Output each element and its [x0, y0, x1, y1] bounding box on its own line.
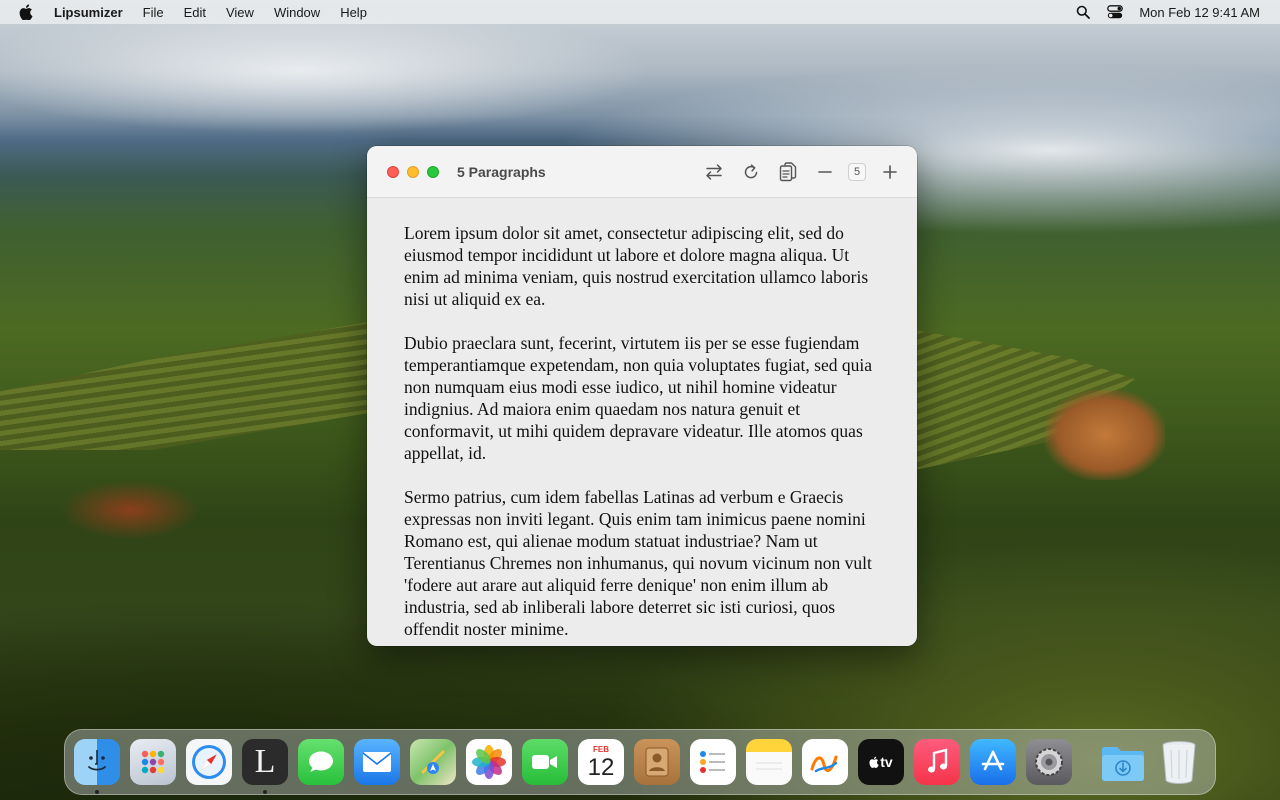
- close-window-button[interactable]: [387, 165, 399, 178]
- increase-paragraphs-button[interactable]: [877, 159, 903, 185]
- menu-view[interactable]: View: [226, 5, 254, 20]
- running-indicator: [263, 790, 267, 794]
- apple-tv-icon[interactable]: tv: [858, 739, 904, 785]
- app-store-icon[interactable]: [970, 739, 1016, 785]
- minus-icon: [818, 170, 832, 173]
- spotlight-search-icon[interactable]: [1073, 4, 1093, 20]
- trash-icon[interactable]: [1156, 739, 1202, 785]
- paragraph-1: Lorem ipsum dolor sit amet, consectetur …: [404, 223, 869, 309]
- downloads-folder-icon[interactable]: [1100, 739, 1146, 785]
- system-settings-icon[interactable]: [1026, 739, 1072, 785]
- window-titlebar: 5 Paragraphs 5: [367, 146, 917, 198]
- swap-button[interactable]: [701, 159, 727, 185]
- lipsumizer-window: 5 Paragraphs 5 Lorem ipsum dolor sit ame…: [367, 146, 917, 646]
- calendar-day: 12: [587, 754, 615, 781]
- paragraph-count-field[interactable]: 5: [848, 162, 866, 181]
- window-title: 5 Paragraphs: [457, 163, 546, 180]
- menu-bar-clock[interactable]: Mon Feb 12 9:41 AM: [1139, 5, 1260, 20]
- refresh-icon: [744, 163, 758, 178]
- paragraph-2: Dubio praeclara sunt, fecerint, virtutem…: [404, 333, 872, 463]
- lipsumizer-dock-icon[interactable]: L: [242, 739, 288, 794]
- photos-icon[interactable]: [466, 739, 512, 785]
- running-indicator: [95, 790, 99, 794]
- menu-edit[interactable]: Edit: [184, 5, 206, 20]
- control-center-icon[interactable]: [1105, 4, 1125, 20]
- menu-window[interactable]: Window: [274, 5, 320, 20]
- paragraph-3: Sermo patrius, cum idem fabellas Latinas…: [404, 487, 872, 639]
- mail-icon[interactable]: [354, 739, 400, 785]
- lorem-text-area[interactable]: Lorem ipsum dolor sit amet, consectetur …: [367, 198, 917, 640]
- contacts-icon[interactable]: [634, 739, 680, 785]
- menu-help[interactable]: Help: [340, 5, 367, 20]
- wallpaper-autumn-tree: [1045, 390, 1165, 480]
- wallpaper-vineyard-left: [0, 320, 380, 450]
- facetime-icon[interactable]: [522, 739, 568, 785]
- calendar-icon[interactable]: FEB 12: [578, 739, 624, 785]
- maps-icon[interactable]: [410, 739, 456, 785]
- reminders-icon[interactable]: [690, 739, 736, 785]
- launchpad-icon[interactable]: [130, 739, 176, 785]
- menu-bar: Lipsumizer File Edit View Window Help Mo…: [0, 0, 1280, 24]
- finder-icon[interactable]: [74, 739, 120, 794]
- music-icon[interactable]: [914, 739, 960, 785]
- lipsumizer-letter: L: [254, 743, 276, 780]
- menu-file[interactable]: File: [143, 5, 164, 20]
- freeform-icon[interactable]: [802, 739, 848, 785]
- arrows-swap-icon: [706, 163, 722, 180]
- apple-tv-label: tv: [880, 754, 893, 770]
- regenerate-button[interactable]: [738, 159, 764, 185]
- decrease-paragraphs-button[interactable]: [812, 159, 838, 185]
- minimize-window-button[interactable]: [407, 165, 419, 178]
- dock: L FEB 12 tv: [64, 729, 1216, 795]
- apple-menu-icon[interactable]: [18, 4, 34, 20]
- safari-icon[interactable]: [186, 739, 232, 785]
- messages-icon[interactable]: [298, 739, 344, 785]
- copy-button[interactable]: [775, 159, 801, 185]
- plus-icon: [883, 164, 897, 179]
- zoom-window-button[interactable]: [427, 165, 439, 178]
- menu-app-name[interactable]: Lipsumizer: [54, 5, 123, 20]
- notes-icon[interactable]: [746, 739, 792, 785]
- copy-documents-icon: [779, 161, 797, 181]
